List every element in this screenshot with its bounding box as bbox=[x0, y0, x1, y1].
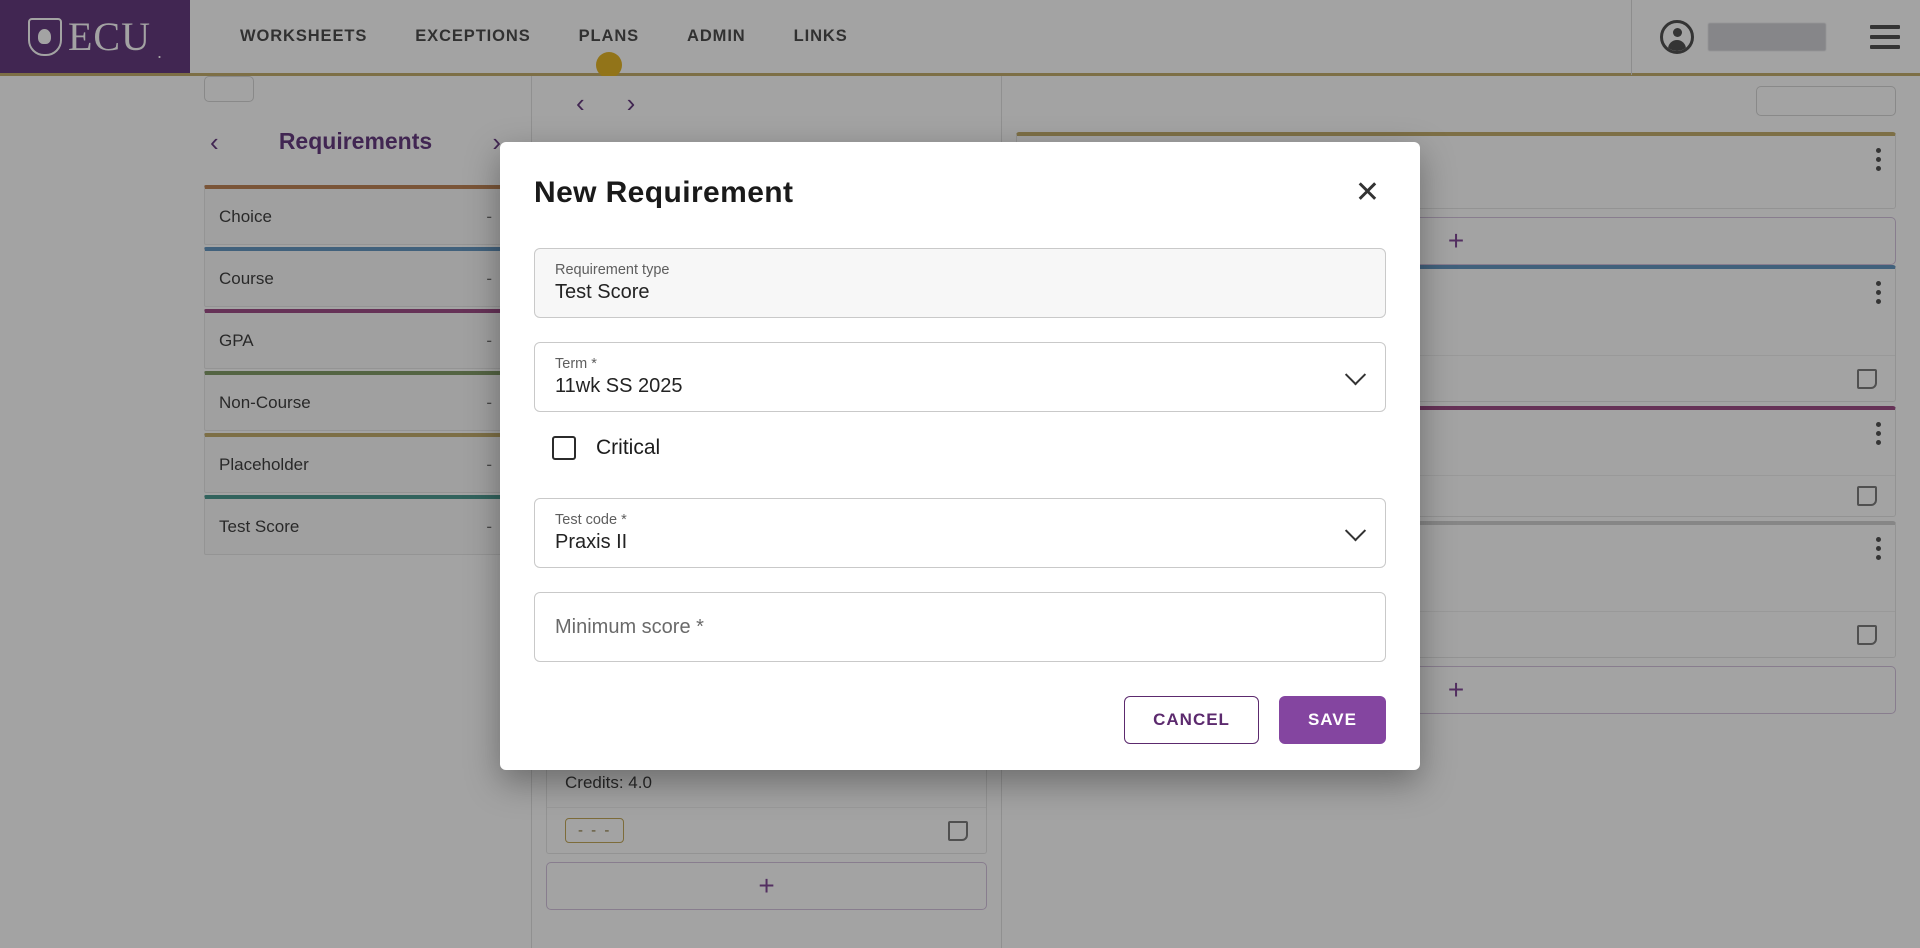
requirements-panel: ‹ Requirements › Choice - Course - GPA - bbox=[180, 76, 532, 948]
term-value: 11wk SS 2025 bbox=[555, 375, 683, 397]
dialog-header: New Requirement ✕ bbox=[534, 176, 1386, 210]
requirement-type-label: Test Score bbox=[219, 516, 300, 536]
top-navigation-bar: ECU . WORKSHEETS EXCEPTIONS PLANS ADMIN … bbox=[0, 0, 1920, 76]
minimum-score-placeholder: Minimum score * bbox=[555, 615, 704, 638]
kebab-menu-icon[interactable] bbox=[1876, 148, 1881, 175]
requirement-type-value: Test Score bbox=[555, 281, 650, 303]
requirements-title: Requirements bbox=[278, 128, 433, 154]
cancel-button[interactable]: CANCEL bbox=[1124, 696, 1259, 744]
term-select[interactable]: Term * 11wk SS 2025 bbox=[534, 342, 1386, 412]
chevron-left-icon[interactable]: ‹ bbox=[210, 129, 219, 155]
note-icon[interactable] bbox=[1857, 624, 1877, 645]
brand-text: ECU bbox=[67, 14, 151, 59]
save-button[interactable]: SAVE bbox=[1278, 696, 1386, 744]
requirement-type-label: Choice bbox=[219, 206, 272, 226]
requirement-type-gpa[interactable]: GPA - bbox=[204, 309, 507, 369]
requirement-count: - bbox=[486, 330, 492, 350]
dialog-form: Requirement type Test Score Term * 11wk … bbox=[534, 248, 1386, 744]
requirement-count: - bbox=[486, 454, 492, 474]
divider bbox=[1631, 0, 1632, 75]
note-icon[interactable] bbox=[1857, 486, 1877, 506]
nav-item-exceptions[interactable]: EXCEPTIONS bbox=[391, 0, 554, 75]
test-code-select[interactable]: Test code * Praxis II bbox=[534, 498, 1386, 568]
kebab-menu-icon[interactable] bbox=[1876, 281, 1881, 308]
requirement-type-choice[interactable]: Choice - bbox=[204, 185, 507, 245]
nav-item-worksheets[interactable]: WORKSHEETS bbox=[216, 0, 391, 75]
note-icon[interactable] bbox=[948, 820, 968, 841]
term-label: Term * bbox=[555, 356, 597, 372]
requirement-count: - bbox=[486, 516, 492, 536]
requirement-type-placeholder[interactable]: Placeholder - bbox=[204, 433, 507, 493]
right-column-tool-button[interactable] bbox=[1756, 86, 1896, 116]
screen-root: ECU . WORKSHEETS EXCEPTIONS PLANS ADMIN … bbox=[0, 0, 1920, 948]
requirements-tool-button[interactable] bbox=[204, 76, 254, 102]
requirements-header: ‹ Requirements › bbox=[204, 102, 507, 185]
nav-item-plans[interactable]: PLANS bbox=[555, 0, 663, 75]
close-icon[interactable]: ✕ bbox=[1349, 176, 1386, 210]
critical-label: Critical bbox=[596, 436, 661, 459]
note-icon[interactable] bbox=[1857, 368, 1877, 389]
ecu-brand-logo[interactable]: ECU . bbox=[0, 0, 190, 73]
requirement-type-course[interactable]: Course - bbox=[204, 247, 507, 307]
requirement-type-test-score[interactable]: Test Score - bbox=[204, 495, 507, 555]
nav-item-admin[interactable]: ADMIN bbox=[663, 0, 770, 75]
kebab-menu-icon[interactable] bbox=[1876, 422, 1881, 449]
requirement-type-label: Non-Course bbox=[219, 392, 311, 412]
test-code-value: Praxis II bbox=[555, 531, 628, 553]
requirement-type-non-course[interactable]: Non-Course - bbox=[204, 371, 507, 431]
critical-checkbox-row[interactable]: Critical bbox=[552, 436, 1386, 460]
critical-checkbox[interactable] bbox=[552, 436, 576, 460]
grade-pill[interactable]: - - - bbox=[565, 818, 625, 843]
username-redacted bbox=[1708, 22, 1826, 51]
requirement-count: - bbox=[486, 392, 492, 412]
plan-nav: ‹ › bbox=[546, 86, 987, 135]
requirement-type-label: Requirement type bbox=[555, 262, 670, 278]
dialog-actions: CANCEL SAVE bbox=[534, 696, 1386, 744]
main-nav: WORKSHEETS EXCEPTIONS PLANS ADMIN LINKS bbox=[190, 0, 872, 73]
requirement-type-label: Course bbox=[219, 268, 274, 288]
kebab-menu-icon[interactable] bbox=[1876, 537, 1881, 564]
nav-item-links[interactable]: LINKS bbox=[770, 0, 872, 75]
minimum-score-field[interactable]: Minimum score * bbox=[534, 592, 1386, 662]
requirement-type-label: Placeholder bbox=[219, 454, 309, 474]
test-code-label: Test code * bbox=[555, 512, 627, 528]
add-plan-item-button[interactable]: + bbox=[546, 862, 987, 910]
left-gutter bbox=[0, 76, 180, 948]
ecu-seal-icon bbox=[27, 17, 62, 56]
requirement-type-field: Requirement type Test Score bbox=[534, 248, 1386, 318]
plan-card-footer: - - - bbox=[547, 807, 986, 853]
new-requirement-dialog: New Requirement ✕ Requirement type Test … bbox=[500, 142, 1420, 770]
plan-card-credits: Credits: 4.0 bbox=[565, 773, 652, 792]
requirement-count: - bbox=[486, 206, 492, 226]
chevron-right-icon[interactable]: › bbox=[627, 88, 636, 119]
chevron-left-icon[interactable]: ‹ bbox=[576, 88, 585, 119]
hamburger-menu-icon[interactable] bbox=[1870, 24, 1900, 49]
requirement-type-label: GPA bbox=[219, 330, 254, 350]
dialog-title: New Requirement bbox=[534, 176, 794, 209]
requirement-count: - bbox=[486, 268, 492, 288]
brand-period: . bbox=[156, 42, 162, 62]
user-avatar-icon[interactable] bbox=[1660, 19, 1694, 54]
top-bar-right bbox=[1631, 0, 1920, 75]
